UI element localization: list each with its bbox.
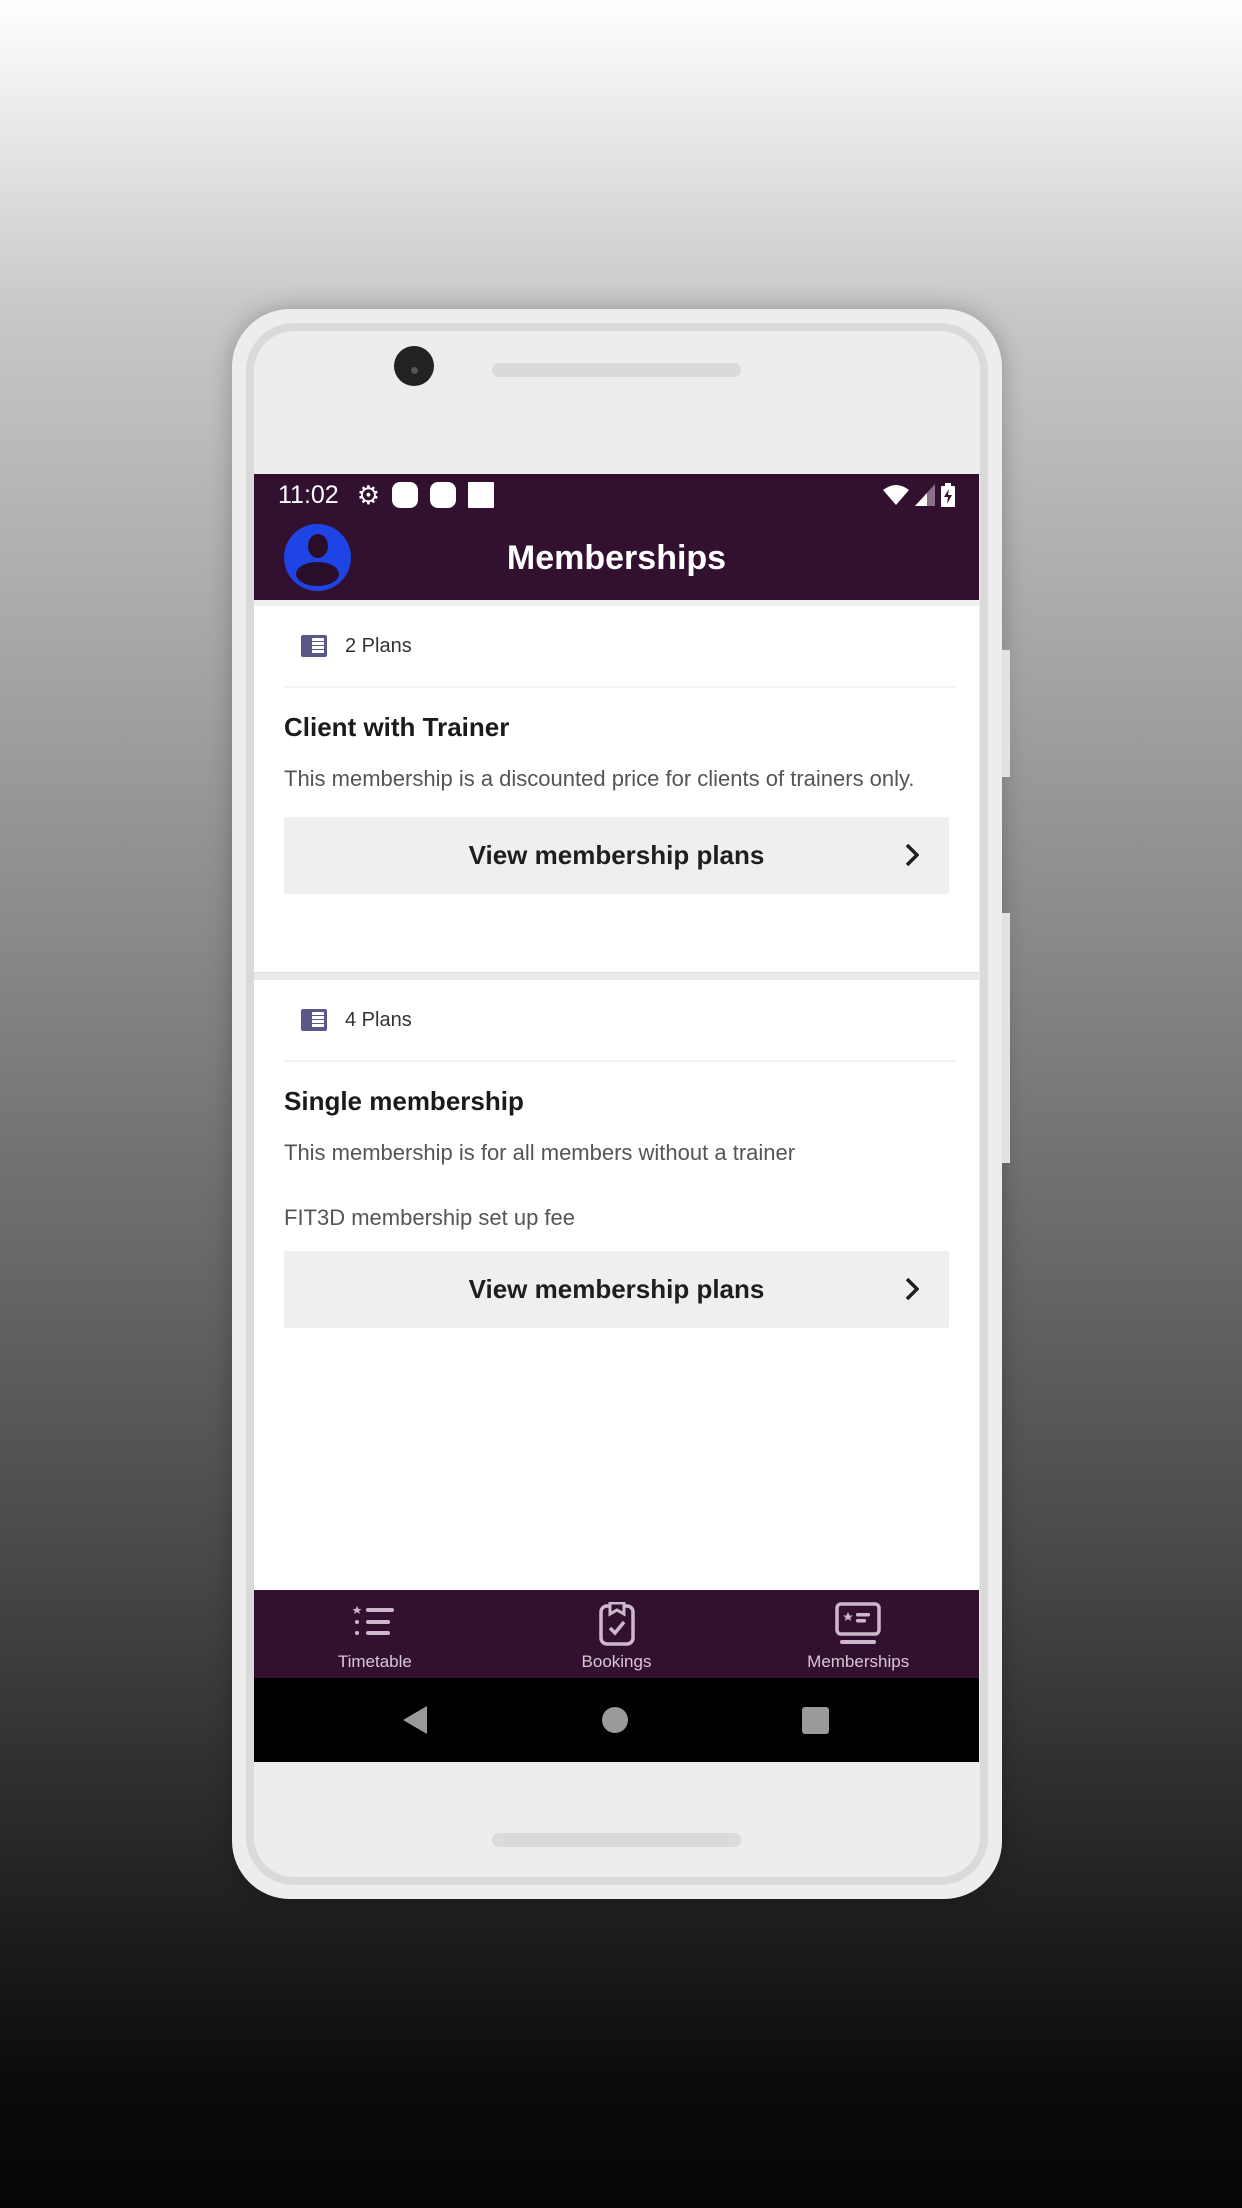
system-navigation-bar: [254, 1678, 979, 1762]
plans-count: 2 Plans: [345, 634, 412, 657]
plans-book-icon: [301, 635, 327, 657]
membership-card-icon: [835, 1602, 881, 1644]
status-system-icons: [883, 483, 955, 507]
membership-description: This membership is a discounted price fo…: [284, 766, 915, 791]
earpiece-speaker: [492, 363, 741, 377]
membership-description: This membership is for all members witho…: [284, 1140, 796, 1165]
nav-label-memberships: Memberships: [807, 1652, 910, 1671]
signal-icon: [915, 484, 935, 506]
clipboard-check-icon: [598, 1602, 635, 1646]
status-bar: 11:02 ⚙: [254, 474, 979, 516]
notification-square-icon: [468, 482, 495, 508]
app-bar: Memberships: [254, 516, 979, 600]
card-separator: [254, 972, 979, 980]
view-membership-plans-label: View membership plans: [468, 840, 765, 870]
plans-book-icon: [301, 1009, 327, 1031]
memberships-list: 2 Plans Client with Trainer This members…: [254, 600, 979, 1590]
nav-tab-memberships[interactable]: Memberships: [737, 1590, 979, 1678]
status-notification-icons: ⚙: [356, 480, 495, 510]
battery-charging-icon: [941, 483, 955, 507]
home-icon[interactable]: [602, 1707, 628, 1733]
volume-button: [1002, 913, 1010, 1163]
avatar-head: [308, 534, 328, 558]
plans-count-row: 4 Plans: [254, 980, 979, 1060]
chevron-right-icon: [905, 1277, 919, 1301]
view-membership-plans-button[interactable]: View membership plans: [284, 817, 949, 894]
status-time: 11:02: [278, 480, 339, 509]
chevron-right-icon: [905, 843, 919, 867]
power-button: [1002, 650, 1010, 777]
bottom-navigation: Timetable Bookings Memberships: [254, 1590, 979, 1678]
notification-icon: [392, 482, 419, 508]
bottom-speaker: [492, 1833, 741, 1847]
notification-icon: [430, 482, 457, 508]
nav-label-bookings: Bookings: [581, 1652, 652, 1671]
membership-extra-info: FIT3D membership set up fee: [284, 1205, 576, 1230]
recent-apps-icon[interactable]: [802, 1707, 829, 1734]
plans-count: 4 Plans: [345, 1008, 412, 1031]
avatar-body: [296, 562, 339, 586]
account-circle-icon[interactable]: [284, 524, 351, 591]
front-camera: [394, 346, 434, 386]
back-icon[interactable]: [403, 1706, 427, 1734]
gear-icon: ⚙: [356, 480, 381, 510]
screen: 11:02 ⚙ Memberships 2 Plans Client with …: [254, 474, 979, 1762]
nav-label-timetable: Timetable: [337, 1652, 412, 1671]
wifi-icon: [883, 485, 909, 505]
plans-count-row: 2 Plans: [254, 606, 979, 686]
timetable-list-icon: [352, 1606, 394, 1635]
nav-tab-bookings[interactable]: Bookings: [496, 1590, 738, 1678]
membership-title: Single membership: [284, 1086, 524, 1116]
view-membership-plans-label: View membership plans: [468, 1274, 765, 1304]
membership-title: Client with Trainer: [284, 712, 510, 742]
membership-card: 2 Plans Client with Trainer This members…: [254, 606, 979, 972]
view-membership-plans-button[interactable]: View membership plans: [284, 1251, 949, 1328]
membership-card: 4 Plans Single membership This membershi…: [254, 980, 979, 1328]
nav-tab-timetable[interactable]: Timetable: [254, 1590, 496, 1678]
page-title: Memberships: [506, 538, 727, 577]
